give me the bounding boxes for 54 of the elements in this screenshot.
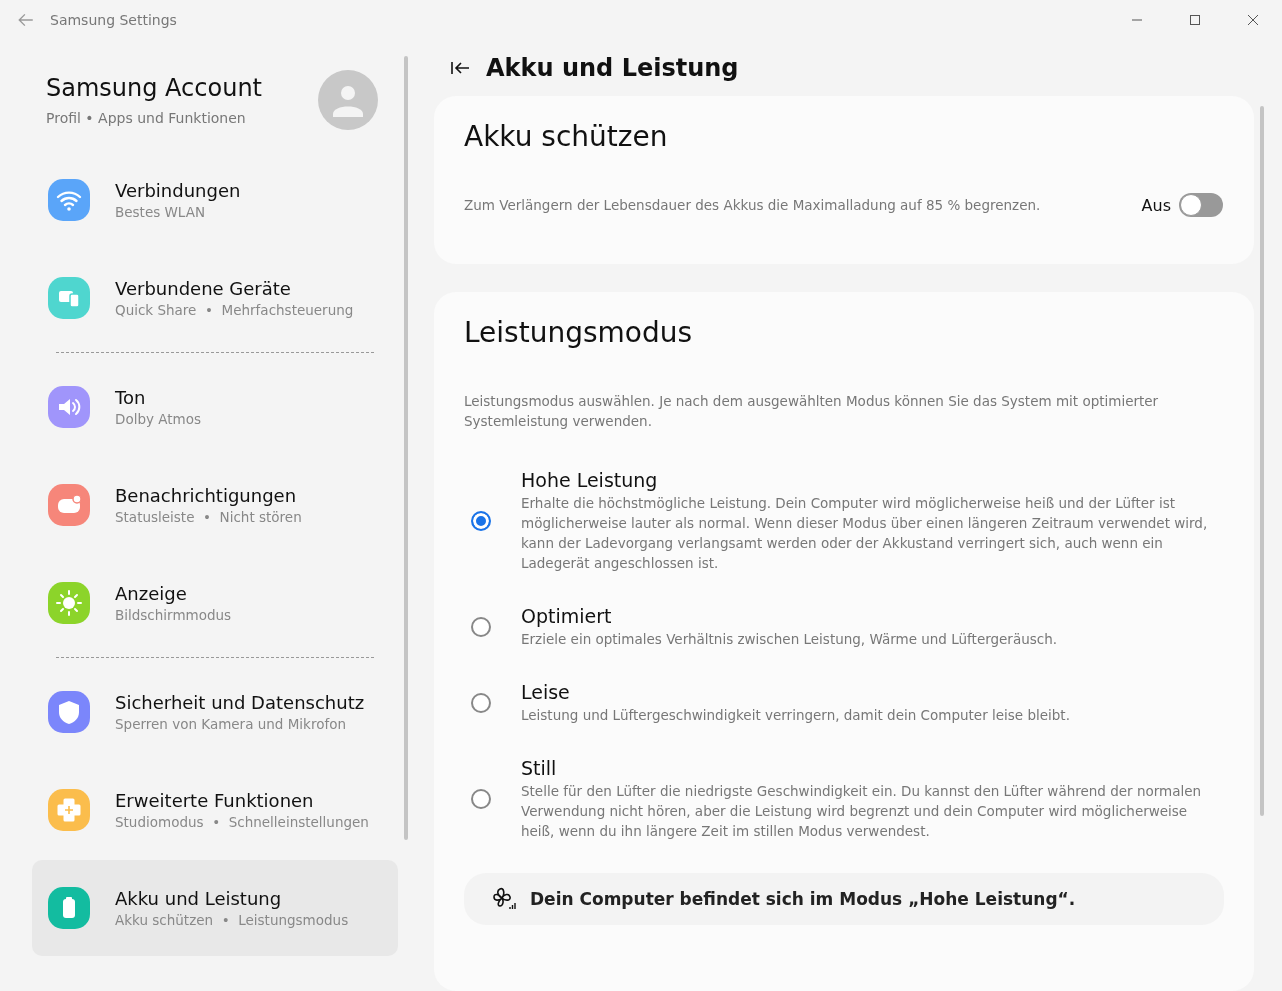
radio-button[interactable] xyxy=(471,511,491,531)
scrollbar[interactable] xyxy=(1260,106,1264,816)
item-title: Sicherheit und Datenschutz xyxy=(115,692,365,713)
back-icon[interactable] xyxy=(17,11,35,29)
item-title: Akku und Leistung xyxy=(115,888,283,909)
item-title: Erweiterte Funktionen xyxy=(115,790,315,811)
radio-button[interactable] xyxy=(471,693,491,713)
option-description: Stelle für den Lüfter die niedrigste Geschwindigkeit ein. Du kannst den Lüfter während der normalen Verwendung nicht hören, aber die Leistung wird begrenzt und dein Computer wird möglicherweise heiß, wenn du ihn längere Zeit im stillen Modus verwendest. xyxy=(521,782,1203,841)
fan-icon xyxy=(490,886,516,912)
item-title: Anzeige xyxy=(115,583,188,604)
item-title: Ton xyxy=(115,387,147,408)
sidebar-item[interactable]: Verbindungen Bestes WLAN xyxy=(32,152,398,248)
setting-description: Zum Verlängern der Lebensdauer des Akkus die Maximalladung auf 85 % begrenzen. xyxy=(464,196,1042,215)
item-title: Verbundene Geräte xyxy=(115,278,292,299)
sidebar-item[interactable]: Anzeige Bildschirmmodus xyxy=(32,555,398,651)
item-subtitle: Statusleiste • Nicht stören xyxy=(115,509,302,525)
item-subtitle: Studiomodus • Schnelleinstellungen xyxy=(115,814,369,830)
toggle-label: Aus xyxy=(1141,195,1171,215)
option-description: Erhalte die höchstmögliche Leistung. Dein Computer wird möglicherweise heiß und der Lüfter ist möglicherweise lauter als normal. Wenn dieser Modus über einen längeren Zeitraum verwendet wird, kann der Ladevorgang verlangsamt werden oder der Akkustand verringert sich, auch wenn ein Ladegerät angeschlossen ist. xyxy=(521,494,1209,573)
option-title: Optimiert xyxy=(521,605,613,627)
item-subtitle: Sperren von Kamera und Mikrofon xyxy=(115,716,347,732)
account-subtitle: Profil • Apps und Funktionen xyxy=(46,110,247,126)
account-name[interactable]: Samsung Account xyxy=(46,74,318,102)
maximize-icon[interactable] xyxy=(1189,14,1201,26)
item-title: Verbindungen xyxy=(115,180,241,201)
sidebar-item[interactable]: Benachrichtigungen Statusleiste • Nicht stören xyxy=(32,457,398,553)
collapse-icon[interactable] xyxy=(450,60,470,76)
card-title: Leistungsmodus xyxy=(464,315,694,349)
item-title: Benachrichtigungen xyxy=(115,485,298,506)
sidebar-item[interactable]: Sicherheit und Datenschutz Sperren von Kamera und Mikrofon xyxy=(32,664,398,760)
card-title: Akku schützen xyxy=(464,119,669,153)
scrollbar[interactable] xyxy=(404,56,408,840)
radio-button[interactable] xyxy=(471,617,491,637)
item-subtitle: Quick Share • Mehrfachsteuerung xyxy=(115,302,354,318)
toggle-switch[interactable] xyxy=(1179,193,1223,217)
page-title: Akku und Leistung xyxy=(486,54,739,82)
option-description: Leistung und Lüftergeschwindigkeit verringern, damit dein Computer leise bleibt. xyxy=(521,706,1071,725)
sidebar-item[interactable]: Ton Dolby Atmos xyxy=(32,359,398,455)
section-description: Leistungsmodus auswählen. Je nach dem ausgewählten Modus können Sie das System mit optimierter Systemleistung verwenden. xyxy=(464,392,1160,431)
sidebar-item[interactable]: Akku und Leistung Akku schützen • Leistungsmodus xyxy=(32,860,398,956)
option-title: Hohe Leistung xyxy=(521,469,659,491)
item-subtitle: Akku schützen • Leistungsmodus xyxy=(115,912,349,928)
sidebar-item[interactable]: Erweiterte Funktionen Studiomodus • Schnelleinstellungen xyxy=(32,762,398,858)
status-text: Dein Computer befindet sich im Modus „Hohe Leistung“. xyxy=(530,889,1076,909)
radio-button[interactable] xyxy=(471,789,491,809)
option-description: Erziele ein optimales Verhältnis zwischen Leistung, Wärme und Lüftergeräusch. xyxy=(521,630,1059,649)
window-title: Samsung Settings xyxy=(50,12,177,28)
item-subtitle: Dolby Atmos xyxy=(115,411,201,427)
item-subtitle: Bestes WLAN xyxy=(115,204,207,220)
item-subtitle: Bildschirmmodus xyxy=(115,607,232,623)
option-title: Leise xyxy=(521,681,571,703)
close-icon[interactable] xyxy=(1247,14,1259,26)
sidebar-item[interactable]: Verbundene Geräte Quick Share • Mehrfachsteuerung xyxy=(32,250,398,346)
option-title: Still xyxy=(521,757,558,779)
